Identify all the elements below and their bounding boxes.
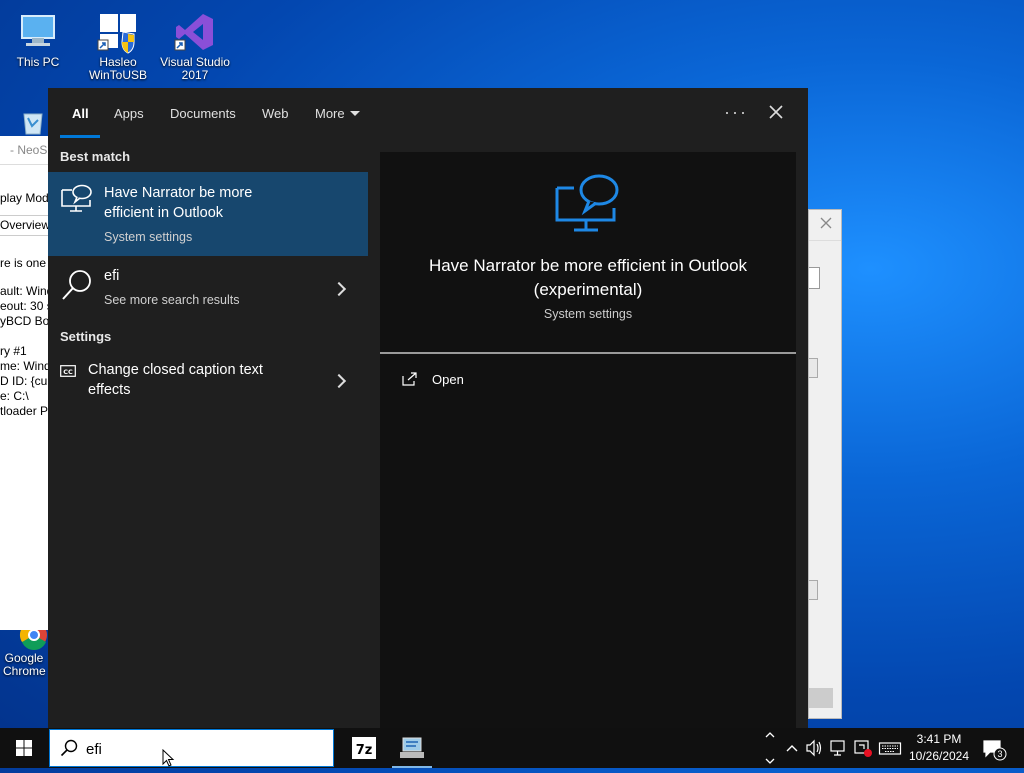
preview-subtitle: System settings [543, 307, 633, 321]
window-text-line: e: C:\ [0, 389, 29, 403]
speaker-icon [806, 739, 822, 757]
notification-count-badge: 3 [997, 749, 1003, 759]
more-options-icon[interactable]: ··· [724, 102, 748, 123]
tab-more-label: More [315, 106, 345, 121]
recycle-bin-icon[interactable] [18, 106, 48, 136]
window-text-line: tloader P [0, 404, 49, 418]
window-tab[interactable]: Overview [0, 215, 50, 236]
window-text-line: re is one c [0, 256, 51, 270]
tab-documents[interactable]: Documents [170, 106, 236, 121]
desktop-icon-label: Hasleo WinToUSB [88, 55, 147, 82]
svg-text:7z: 7z [356, 743, 373, 758]
network-icon [830, 740, 845, 756]
keyboard-icon [878, 742, 902, 755]
window-text-line: D ID: {curr [0, 374, 51, 388]
window-text-line: play Mod [0, 191, 49, 205]
computer-tool-icon [400, 737, 424, 758]
chevron-up-icon [786, 745, 798, 752]
chevron-right-icon[interactable] [331, 281, 347, 297]
window-field [809, 580, 818, 600]
mouse-cursor-icon [162, 748, 176, 767]
taskbar-app-bootmgr[interactable] [388, 728, 436, 768]
tab-apps[interactable]: Apps [114, 106, 144, 121]
desktop-icon-label: Visual Studio 2017 [160, 55, 230, 82]
background-window-right[interactable] [808, 209, 842, 719]
preview-divider [380, 352, 796, 354]
best-match-title-line2: efficient in Outlook [104, 205, 224, 221]
best-match-subtitle: System settings [104, 230, 193, 244]
active-tab-indicator [60, 135, 100, 138]
closed-caption-icon: CC [60, 364, 76, 377]
action-center-button[interactable]: 3 [980, 728, 1010, 768]
window-button[interactable] [809, 688, 833, 708]
search-flyout: All Apps Documents Web More ··· Best mat… [48, 88, 808, 728]
window-field [809, 358, 818, 378]
svg-text:CC: CC [63, 368, 73, 376]
taskbar-clock[interactable]: 3:41 PM 10/26/2024 [905, 731, 973, 765]
settings-result-closed-caption[interactable]: CC Change closed caption text effects [48, 358, 368, 404]
desktop-icon-label: This PC [16, 55, 60, 69]
preview-pane: Have Narrator be more efficient in Outlo… [380, 152, 796, 728]
search-tabs: All Apps Documents Web More ··· [48, 88, 808, 140]
search-icon [60, 739, 78, 757]
window-text-line: me: Windo [0, 359, 50, 373]
device-warning-icon [854, 740, 872, 757]
desktop-icon-wintousb[interactable]: Hasleo WinToUSB [80, 10, 156, 82]
web-result-subtitle: See more search results [104, 293, 240, 307]
best-match-header: Best match [60, 149, 131, 164]
narrator-settings-large-icon [554, 172, 622, 234]
windows-logo-icon [16, 740, 32, 756]
tray-scroll-arrows[interactable] [764, 728, 776, 768]
network-button[interactable] [828, 728, 848, 768]
caret-down-icon [349, 111, 360, 116]
window-text-line: eout: 30 s [0, 299, 51, 313]
best-match-title-line1: Have Narrator be more [104, 185, 253, 201]
desktop-icon-visual-studio[interactable]: Visual Studio 2017 [157, 10, 233, 82]
window-divider [809, 240, 841, 241]
preview-title-line2: (experimental) [533, 280, 643, 299]
clock-date: 10/26/2024 [908, 749, 970, 763]
settings-result-title-line1: Change closed caption text [88, 362, 263, 378]
visual-studio-icon [173, 10, 217, 54]
7zip-icon: 7z [352, 737, 376, 759]
wintousb-shield-icon [96, 10, 140, 54]
touch-keyboard-button[interactable] [878, 728, 902, 768]
background-window-neosmart[interactable]: - NeoSm play Mod Overview re is one c au… [0, 136, 51, 630]
taskbar: 7z [0, 728, 1024, 768]
web-search-result[interactable]: efi See more search results [48, 260, 368, 314]
search-icon [60, 268, 94, 302]
open-external-icon [402, 372, 418, 386]
settings-header: Settings [60, 329, 112, 344]
tab-all[interactable]: All [72, 106, 89, 121]
taskbar-app-7zip[interactable]: 7z [340, 728, 388, 768]
open-label: Open [432, 372, 464, 387]
chevron-right-icon[interactable] [331, 373, 347, 389]
taskbar-search-box[interactable] [49, 729, 334, 767]
window-title: - NeoSm [0, 136, 50, 165]
volume-button[interactable] [804, 728, 824, 768]
window-field [809, 267, 820, 289]
device-alert-button[interactable] [852, 728, 874, 768]
show-hidden-icons-button[interactable] [784, 728, 800, 768]
start-button[interactable] [0, 728, 48, 768]
desktop-icon-label: Google Chrome [3, 651, 46, 678]
settings-result-title-line2: effects [88, 382, 131, 398]
clock-time: 3:41 PM [916, 732, 962, 746]
computer-icon [16, 10, 60, 54]
window-text-line: ault: Wind [0, 284, 51, 298]
tab-more[interactable]: More [315, 106, 360, 121]
desktop-icon-this-pc[interactable]: This PC [0, 10, 76, 69]
tab-web[interactable]: Web [262, 106, 289, 121]
window-text-line: ry #1 [0, 344, 27, 358]
scroll-arrows-icon [765, 732, 775, 764]
preview-title-line1: Have Narrator be more efficient in Outlo… [428, 256, 748, 275]
best-match-result[interactable]: Have Narrator be more efficient in Outlo… [48, 172, 368, 256]
search-input[interactable] [86, 738, 316, 760]
web-result-title: efi [104, 268, 120, 284]
close-icon[interactable] [819, 216, 833, 230]
close-icon[interactable] [766, 102, 786, 122]
narrator-settings-icon [60, 184, 94, 214]
window-text-line: yBCD Boo [0, 314, 51, 328]
